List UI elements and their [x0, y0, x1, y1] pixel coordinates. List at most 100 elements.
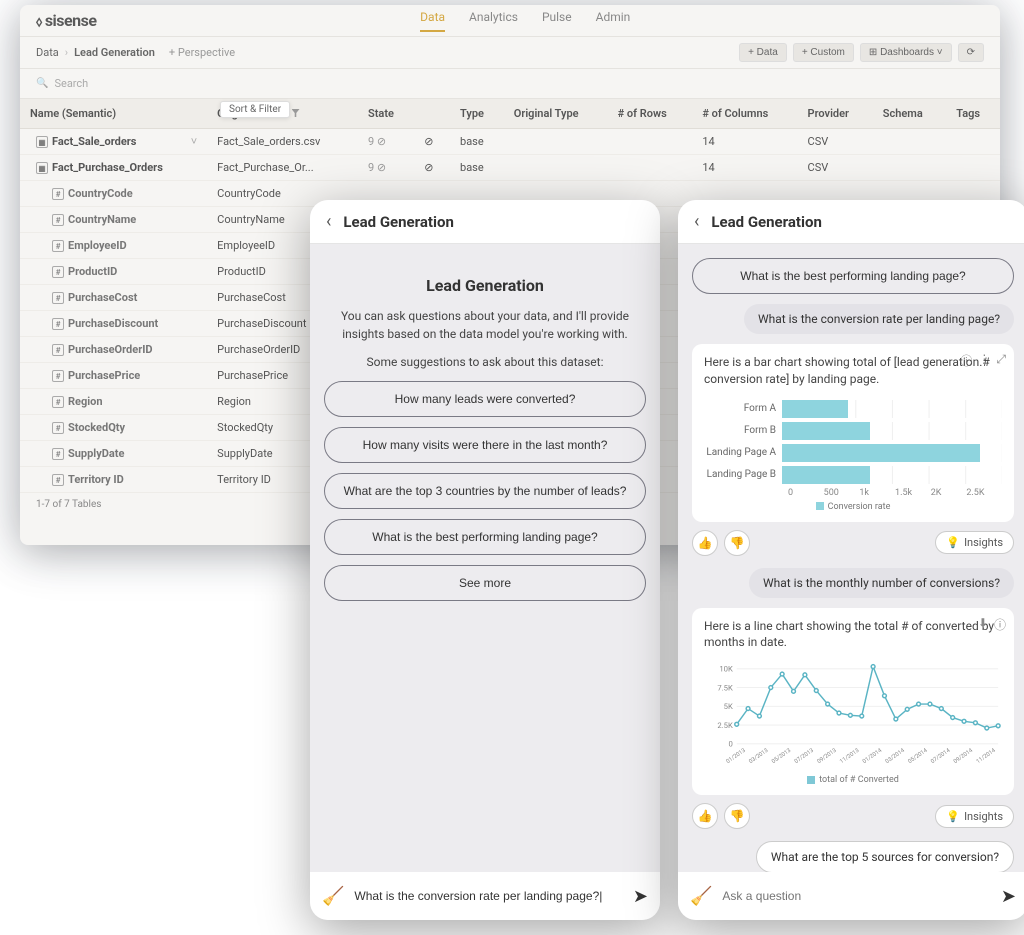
svg-text:07/2014: 07/2014	[930, 747, 952, 765]
user-message: What is the monthly number of conversion…	[749, 568, 1014, 598]
chat-input[interactable]	[722, 889, 990, 903]
bar-label: Form A	[704, 403, 782, 414]
download-icon[interactable]: ⬇	[978, 616, 988, 633]
column-header[interactable]: Tags	[946, 99, 1000, 129]
type-icon: #	[52, 266, 64, 278]
more-icon[interactable]: ⋮	[978, 352, 990, 369]
type-icon: #	[52, 292, 64, 304]
thumbs-up-icon[interactable]: 👍	[692, 803, 718, 829]
feedback-row: 👍 👎 💡 Insights	[692, 803, 1014, 829]
bar-legend: Conversion rate	[704, 502, 1002, 512]
table-row[interactable]: ▦Fact_Sale_orders ˅Fact_Sale_orders.csv9…	[20, 129, 1000, 155]
nav-data[interactable]: Data	[420, 10, 445, 32]
bar-chart: Form A Form B Landing Page A Landing Page B…	[704, 396, 1002, 512]
chat-input-row: 🧹 ➤	[678, 872, 1024, 920]
send-icon[interactable]: ➤	[633, 886, 648, 907]
bot-card-bar: ⓘ ⋮ ⤢ Here is a bar chart showing total …	[692, 344, 1014, 522]
intro-text: You can ask questions about your data, a…	[324, 307, 646, 343]
info-icon[interactable]: ⓘ	[994, 616, 1006, 633]
nav-admin[interactable]: Admin	[596, 10, 631, 32]
suggestion-button[interactable]: What is the best performing landing page…	[324, 519, 646, 555]
svg-text:03/2013: 03/2013	[748, 748, 769, 765]
chat-input[interactable]	[354, 889, 622, 903]
followup-suggestion[interactable]: What are the top 5 sources for conversio…	[756, 841, 1014, 872]
expand-icon[interactable]: ⤢	[996, 352, 1006, 369]
column-header[interactable]: Type	[450, 99, 504, 129]
type-icon: #	[52, 240, 64, 252]
user-message: What is the conversion rate per landing …	[744, 304, 1014, 334]
svg-text:07/2013: 07/2013	[794, 748, 815, 765]
line-legend: total of # Converted	[704, 775, 1002, 785]
chat-title: Lead Generation	[711, 213, 821, 231]
column-header[interactable]: # of Columns	[692, 99, 797, 129]
svg-text:0: 0	[729, 740, 733, 749]
chat-header: ‹ Lead Generation	[678, 200, 1024, 244]
svg-text:01/2014: 01/2014	[862, 747, 884, 765]
insights-button[interactable]: 💡 Insights	[935, 805, 1014, 828]
insights-button[interactable]: 💡 Insights	[935, 531, 1014, 554]
feedback-row: 👍 👎 💡 Insights	[692, 530, 1014, 556]
chat-input-row: 🧹 ➤	[310, 872, 660, 920]
type-icon: #	[52, 188, 64, 200]
column-header[interactable]: Schema	[873, 99, 946, 129]
column-header[interactable]: Provider	[798, 99, 873, 129]
type-icon: #	[52, 422, 64, 434]
suggestion-button[interactable]: How many leads were converted?	[324, 381, 646, 417]
bar-label: Landing Page B	[704, 469, 782, 480]
type-icon: #	[52, 474, 64, 486]
dashboards-button[interactable]: ⊞ Dashboards ˅	[860, 43, 952, 62]
column-header[interactable]: Name (Semantic)	[20, 99, 207, 129]
column-header[interactable]: State	[358, 99, 414, 129]
line-chart: 10K7.5K5K2.5K001/201303/201305/201307/20…	[704, 659, 1002, 785]
svg-text:05/2014: 05/2014	[907, 747, 929, 765]
chat-header: ‹ Lead Generation	[310, 200, 660, 244]
nav-pulse[interactable]: Pulse	[542, 10, 572, 32]
type-icon: ▦	[36, 136, 48, 148]
logo: sisense	[36, 11, 96, 30]
breadcrumb-root[interactable]: Data	[36, 46, 59, 59]
svg-text:09/2014: 09/2014	[953, 747, 975, 765]
back-icon[interactable]: ‹	[326, 211, 331, 232]
bar-label: Landing Page A	[704, 447, 782, 458]
chat-panel-suggestions: ‹ Lead Generation Lead Generation You ca…	[310, 200, 660, 920]
type-icon: #	[52, 396, 64, 408]
filter-icon[interactable]	[292, 109, 300, 117]
type-icon: #	[52, 448, 64, 460]
clear-icon[interactable]: 🧹	[690, 886, 712, 907]
bot-text: Here is a line chart showing the total #…	[704, 618, 1002, 652]
suggestion-top[interactable]: What is the best performing landing page…	[692, 258, 1014, 294]
send-icon[interactable]: ➤	[1001, 886, 1016, 907]
add-perspective[interactable]: + Perspective	[169, 46, 235, 59]
thumbs-down-icon[interactable]: 👎	[724, 530, 750, 556]
column-header[interactable]	[414, 99, 450, 129]
clear-icon[interactable]: 🧹	[322, 886, 344, 907]
thumbs-up-icon[interactable]: 👍	[692, 530, 718, 556]
thumbs-down-icon[interactable]: 👎	[724, 803, 750, 829]
intro-title: Lead Generation	[324, 276, 646, 295]
svg-text:03/2014: 03/2014	[885, 747, 907, 765]
table-row[interactable]: ▦Fact_Purchase_OrdersFact_Purchase_Or...…	[20, 155, 1000, 181]
suggestion-button[interactable]: How many visits were there in the last m…	[324, 427, 646, 463]
type-icon: #	[52, 214, 64, 226]
nav-center: Data Analytics Pulse Admin	[420, 10, 630, 32]
back-icon[interactable]: ‹	[694, 211, 699, 232]
suggestion-button[interactable]: See more	[324, 565, 646, 601]
breadcrumb-current[interactable]: Lead Generation	[74, 46, 155, 59]
bot-card-line: ⬇ ⓘ Here is a line chart showing the tot…	[692, 608, 1014, 796]
refresh-button[interactable]: ⟳	[958, 43, 984, 62]
type-icon: ▦	[36, 162, 48, 174]
column-header[interactable]: # of Rows	[608, 99, 693, 129]
bar-label: Form B	[704, 425, 782, 436]
suggestion-button[interactable]: What are the top 3 countries by the numb…	[324, 473, 646, 509]
info-icon[interactable]: ⓘ	[960, 352, 972, 369]
svg-text:2.5K: 2.5K	[717, 721, 733, 730]
search-bar[interactable]: Search	[20, 69, 1000, 99]
type-icon: #	[52, 318, 64, 330]
add-data-button[interactable]: + Data	[739, 43, 787, 62]
column-header[interactable]: Original Type	[504, 99, 608, 129]
nav-analytics[interactable]: Analytics	[469, 10, 518, 32]
svg-text:11/2014: 11/2014	[976, 747, 998, 765]
svg-text:11/2013: 11/2013	[839, 748, 860, 765]
add-custom-button[interactable]: + Custom	[793, 43, 854, 62]
intro-sub: Some suggestions to ask about this datas…	[324, 353, 646, 371]
